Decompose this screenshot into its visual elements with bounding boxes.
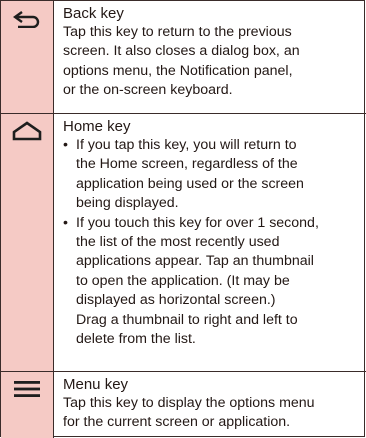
back-key-line-4: or the on-screen keyboard.: [63, 82, 233, 99]
menu-key-line-1: Tap this key to display the options menu: [63, 395, 315, 411]
menu-key-icon-cell: [1, 372, 54, 438]
home-key-bullet-2-line-1: If you touch this key for over 1 second,: [76, 214, 319, 231]
home-key-row: Home key • If you tap this key, you will…: [1, 113, 366, 372]
back-key-text: Back key Tap this key to return to the p…: [54, 1, 366, 113]
home-key-bullet-2-line-4: to open the application. (It may be: [76, 272, 290, 289]
home-key-bullet-2-line-7: delete from the list.: [76, 331, 196, 348]
home-icon: [11, 121, 43, 372]
back-key-line-2: screen. It also closes a dialog box, an: [63, 43, 300, 60]
back-key-line-3: options menu, the Notification panel,: [63, 62, 293, 79]
back-arrow-icon: [13, 10, 41, 113]
home-key-bullet-2: • If you touch this key for over 1 secon…: [63, 214, 366, 233]
bullet-marker: •: [63, 137, 68, 153]
menu-key-row: Menu key Tap this key to display the opt…: [1, 371, 366, 438]
home-key-bullet-1-line-1: If you tap this key, you will return to: [76, 137, 297, 153]
home-key-text: Home key • If you tap this key, you will…: [54, 114, 366, 372]
menu-key-title: Menu key: [63, 376, 129, 393]
home-key-bullet-2-line-2: the list of the most recently used: [76, 234, 280, 251]
back-key-line-1: Tap this key to return to the previous: [63, 24, 292, 40]
home-key-icon-cell: [1, 114, 54, 372]
key-table: Back key Tap this key to return to the p…: [0, 0, 366, 438]
bullet-marker: •: [63, 214, 68, 231]
back-key-title: Back key: [63, 5, 124, 22]
menu-key-line-2: for the current screen or application.: [63, 414, 291, 431]
home-key-bullet-2-line-6: Drag a thumbnail to right and left to: [76, 311, 298, 328]
home-key-bullet-2-line-3: applications appear. Tap an thumbnail: [76, 253, 314, 270]
home-key-bullet-1-line-2: the Home screen, regardless of the: [76, 156, 298, 173]
home-key-bullet-2-line-5: displayed as horizontal screen.): [76, 292, 276, 309]
menu-key-text: Menu key Tap this key to display the opt…: [54, 372, 366, 438]
home-key-bullet-1: • If you tap this key, you will return t…: [63, 136, 366, 155]
back-key-row: Back key Tap this key to return to the p…: [1, 1, 366, 113]
home-key-bullet-1-line-3: application being used or the screen: [76, 175, 304, 192]
home-key-title: Home key: [63, 118, 131, 135]
home-key-bullet-1-line-4: being displayed.: [76, 195, 179, 212]
menu-icon: [13, 380, 41, 438]
back-key-icon-cell: [1, 1, 54, 113]
